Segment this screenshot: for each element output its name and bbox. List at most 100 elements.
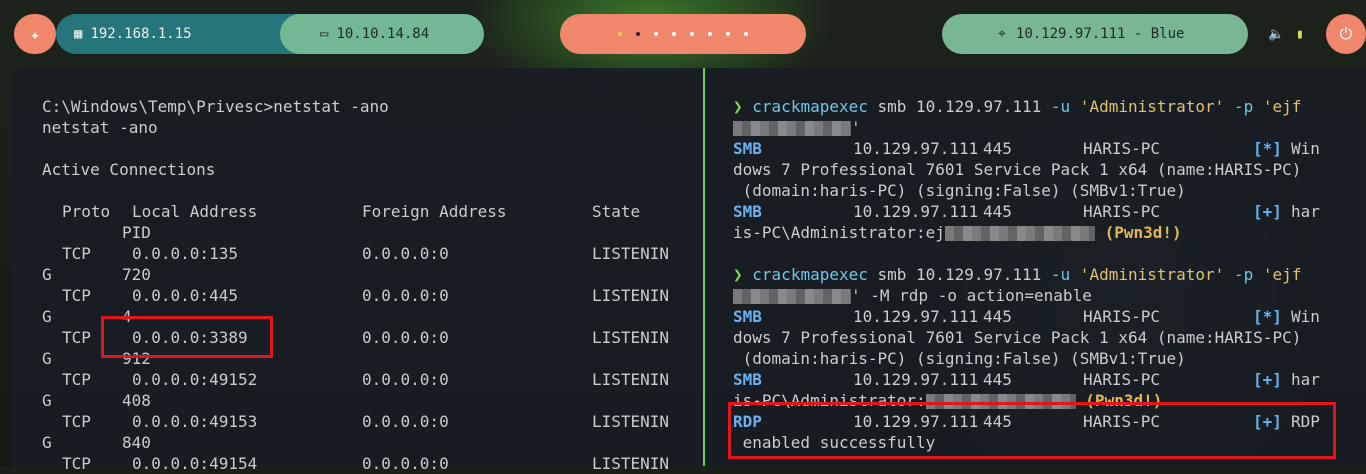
arch-logo-button[interactable]: ✦ [14, 14, 56, 54]
output-cell: 10.129.97.111 [853, 202, 979, 221]
table-cell: 0.0.0.0:49152 [132, 370, 258, 389]
table-cell: TCP [62, 454, 91, 473]
table-cell: TCP [62, 244, 91, 263]
workspace-switcher[interactable] [560, 14, 806, 54]
table-cell: TCP [62, 286, 91, 305]
table-cell: 0.0.0.0:135 [132, 244, 238, 263]
output-text: (domain:haris-PC) (signing:False) (SMBv1… [733, 181, 1186, 200]
output-line: dows 7 Professional 7601 Service Pack 1 … [733, 327, 1353, 348]
left-pane[interactable]: C:\Windows\Temp\Privesc>netstat -ano net… [42, 96, 692, 474]
table-row-wrap: G 720 [42, 264, 692, 285]
table-row: TCP 0.0.0.0:49153 0.0.0.0:0 LISTENIN [42, 411, 692, 432]
table-row: TCP 0.0.0.0:445 0.0.0.0:0 LISTENIN [42, 285, 692, 306]
table-cell: TCP [62, 328, 91, 347]
ip-widget: ▦ 192.168.1.15 ▭ 10.10.14.84 [56, 14, 484, 54]
output-line: (domain:haris-PC) (signing:False) (SMBv1… [733, 180, 1353, 201]
output-cell: har [1291, 202, 1320, 221]
workspace-7[interactable] [726, 32, 730, 36]
output-line: SMB 10.129.97.111 445 HARIS-PC [+] har [733, 369, 1353, 390]
volume-icon[interactable]: 🔈 [1268, 27, 1284, 42]
table-cell: LISTENIN [592, 370, 670, 389]
state-wrap: G [42, 433, 52, 452]
highlight-rdp-enabled [728, 402, 1336, 459]
power-icon: ⏻ [1339, 24, 1353, 43]
output-cell: Win [1291, 139, 1320, 158]
output-cell: 445 [983, 370, 1012, 389]
table-cell: LISTENIN [592, 328, 670, 347]
table-row-wrap: G 408 [42, 390, 692, 411]
table-cell: LISTENIN [592, 244, 670, 263]
output-line: SMB 10.129.97.111 445 HARIS-PC [*] Win [733, 306, 1353, 327]
table-cell: LISTENIN [592, 454, 670, 473]
output-cell: SMB [733, 139, 762, 158]
workspace-8[interactable] [744, 32, 748, 36]
cmd1-wrap: ' [733, 117, 1353, 138]
output-cell: 10.129.97.111 [853, 370, 979, 389]
workspace-2[interactable] [636, 32, 640, 36]
crosshair-icon: ⌖ [998, 26, 1006, 42]
table-cell: TCP [62, 370, 91, 389]
pane-divider[interactable] [703, 68, 705, 466]
table-cell: TCP [62, 412, 91, 431]
table-row-wrap: G 840 [42, 432, 692, 453]
table-cell: 0.0.0.0:49153 [132, 412, 258, 431]
output-cell: 10.129.97.111 [853, 139, 979, 158]
workspace-3[interactable] [654, 32, 658, 36]
output-line: (domain:haris-PC) (signing:False) (SMBv1… [733, 348, 1353, 369]
laptop-icon: ▭ [320, 26, 329, 42]
arch-logo-icon: ✦ [30, 24, 40, 44]
table-row: TCP 0.0.0.0:49154 0.0.0.0:0 LISTENIN [42, 453, 692, 474]
output-cell: 445 [983, 202, 1012, 221]
host-ip: ▦ 192.168.1.15 [74, 26, 192, 42]
table-cell: 0.0.0.0:0 [362, 244, 449, 263]
power-button[interactable]: ⏻ [1326, 14, 1366, 54]
redacted-password [733, 289, 851, 304]
output-cell: 445 [983, 307, 1012, 326]
output-cell: HARIS-PC [1083, 370, 1161, 389]
workspace-4[interactable] [672, 32, 676, 36]
output-text: dows 7 Professional 7601 Service Pack 1 … [733, 160, 1302, 179]
output-cell: [*] [1253, 139, 1282, 158]
vpn-ip: ▭ 10.10.14.84 [280, 14, 484, 54]
output-cell: SMB [733, 202, 762, 221]
right-pane[interactable]: ❯ crackmapexec smb 10.129.97.111 -u 'Adm… [733, 96, 1353, 453]
output-cell: SMB [733, 307, 762, 326]
output-line: dows 7 Professional 7601 Service Pack 1 … [733, 159, 1353, 180]
highlight-3389 [101, 316, 273, 358]
heading: Active Connections [42, 160, 216, 179]
table-cell: 0.0.0.0:49154 [132, 454, 258, 473]
output-cell: HARIS-PC [1083, 139, 1161, 158]
output-cell: Win [1291, 307, 1320, 326]
output-cell: [+] [1253, 202, 1282, 221]
workspace-1[interactable] [618, 32, 622, 36]
table-cell: 0.0.0.0:445 [132, 286, 238, 305]
cmd2-line: ❯ crackmapexec smb 10.129.97.111 -u 'Adm… [733, 265, 1302, 284]
workspace-5[interactable] [690, 32, 694, 36]
output-line: SMB 10.129.97.111 445 HARIS-PC [+] har [733, 201, 1353, 222]
output-cell: [+] [1253, 370, 1282, 389]
table-row: TCP 0.0.0.0:135 0.0.0.0:0 LISTENIN [42, 243, 692, 264]
pid-cell: 408 [122, 391, 151, 410]
redacted-password [733, 121, 851, 136]
table-header: Proto Local Address Foreign Address Stat… [62, 202, 641, 221]
table-cell: LISTENIN [592, 412, 670, 431]
state-wrap: G [42, 349, 52, 368]
target-widget[interactable]: ⌖ 10.129.97.111 - Blue [942, 14, 1248, 54]
workspace-6[interactable] [708, 32, 712, 36]
output-line: is-PC\Administrator:ej (Pwn3d!) [733, 222, 1353, 243]
output-text: (domain:haris-PC) (signing:False) (SMBv1… [733, 349, 1186, 368]
monitor-icon: ▦ [74, 26, 83, 42]
output-line: SMB 10.129.97.111 445 HARIS-PC [*] Win [733, 138, 1353, 159]
table-cell: 0.0.0.0:0 [362, 286, 449, 305]
output-cell: 10.129.97.111 [853, 307, 979, 326]
output-cell: SMB [733, 370, 762, 389]
output-cell: HARIS-PC [1083, 202, 1161, 221]
table-cell: 0.0.0.0:0 [362, 454, 449, 473]
pwned-label: (Pwn3d!) [1104, 223, 1182, 242]
pid-cell: 720 [122, 265, 151, 284]
table-cell: 0.0.0.0:0 [362, 328, 449, 347]
redacted-password [944, 226, 1095, 241]
state-wrap: G [42, 307, 52, 326]
prompt-line: C:\Windows\Temp\Privesc>netstat -ano [42, 97, 389, 116]
pid-cell: 840 [122, 433, 151, 452]
